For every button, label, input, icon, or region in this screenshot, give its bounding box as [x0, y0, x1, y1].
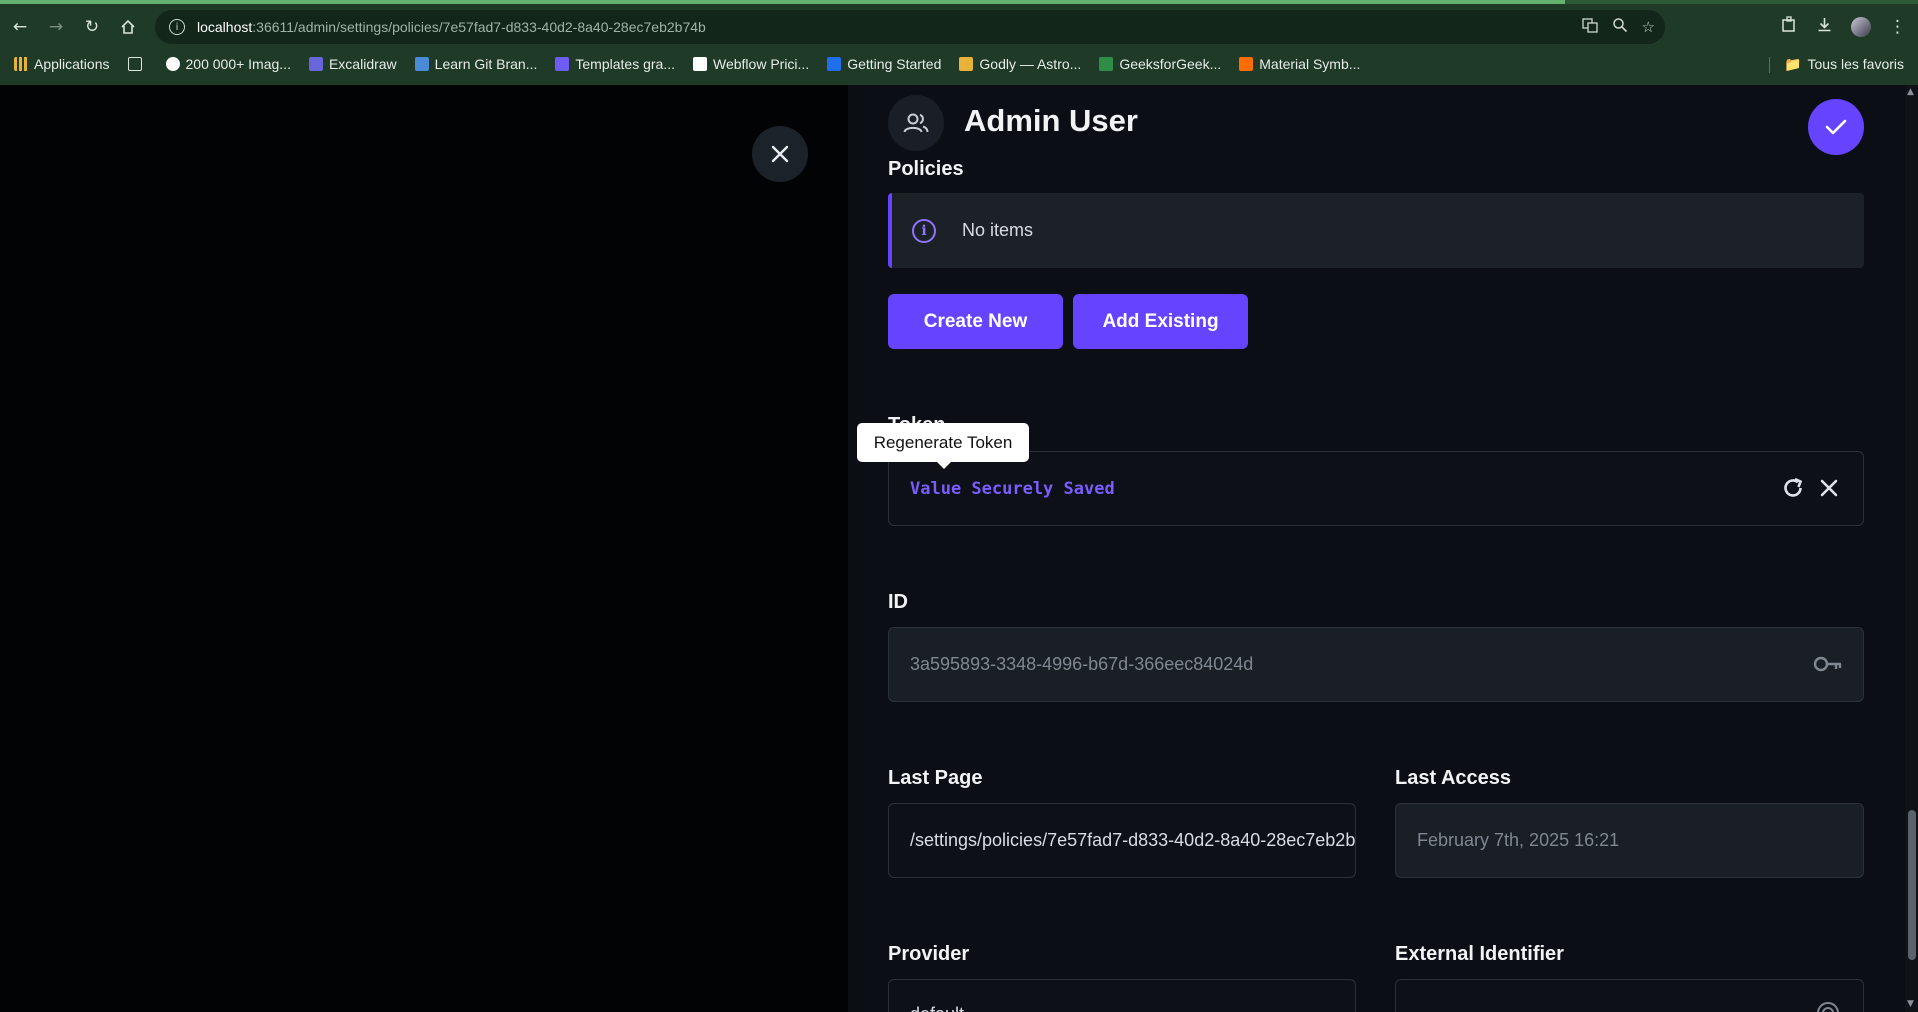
id-value: 3a595893-3348-4996-b67d-366eec84024d: [910, 654, 1254, 674]
excalidraw-icon: [308, 57, 323, 71]
bookmark-folder-all[interactable]: 📁 Tous les favoris: [1784, 50, 1904, 78]
save-button[interactable]: [1808, 99, 1864, 155]
id-label: ID: [888, 591, 908, 613]
tab-strip: [0, 0, 1918, 4]
last-access-label: Last Access: [1395, 767, 1511, 789]
material-icon: [1239, 57, 1254, 71]
url-path: :36611/admin/settings/policies/7e57fad7-…: [252, 19, 706, 35]
regenerate-token-icon[interactable]: [1781, 476, 1805, 504]
url-host: localhost: [197, 19, 253, 35]
bookmark-learn-git[interactable]: Learn Git Bran...: [414, 56, 537, 72]
active-tab-indicator[interactable]: [0, 0, 1565, 4]
profile-avatar[interactable]: [1851, 17, 1871, 37]
reload-icon[interactable]: ↻: [74, 9, 110, 45]
back-icon[interactable]: ←: [2, 9, 38, 45]
p-logo-icon: [165, 57, 180, 71]
bookmark-applications[interactable]: Applications: [14, 56, 110, 72]
bookmark-templates[interactable]: Templates gra...: [555, 56, 675, 72]
scroll-down-icon[interactable]: ▼: [1907, 999, 1914, 1009]
gfg-icon: [1099, 57, 1114, 71]
page-scrollbar[interactable]: ▲ ▼: [1905, 85, 1918, 1012]
last-page-label: Last Page: [888, 767, 983, 789]
lightning-icon: [959, 57, 974, 71]
no-items-text: No items: [962, 220, 1034, 240]
git-icon: [414, 57, 429, 71]
bookmarks-bar: Applications 200 000+ Imag... Excalidraw…: [0, 50, 1918, 78]
external-identifier-field[interactable]: [1395, 979, 1864, 1012]
zoom-icon[interactable]: [1612, 17, 1628, 37]
bookmark-images[interactable]: 200 000+ Imag...: [165, 56, 291, 72]
translate-icon[interactable]: [1581, 17, 1598, 37]
browser-chrome: ← → ↻ i localhost:36611/admin/settings/p…: [0, 0, 1918, 85]
grid-icon: [127, 57, 142, 71]
menu-kebab-icon[interactable]: ⋮: [1889, 17, 1906, 37]
site-info-icon[interactable]: i: [169, 19, 185, 35]
regenerate-token-tooltip: Regenerate Token: [857, 423, 1029, 469]
bookmark-material-symbols[interactable]: Material Symb...: [1239, 56, 1360, 72]
getting-started-icon: [827, 57, 842, 71]
forward-icon[interactable]: →: [38, 9, 74, 45]
user-drawer: Admin User Policies i No items Create Ne…: [848, 85, 1918, 1012]
clear-token-icon[interactable]: [1819, 478, 1839, 502]
extensions-icon[interactable]: [1781, 16, 1798, 38]
provider-field[interactable]: default: [888, 979, 1356, 1012]
bookmark-webflow[interactable]: Webflow Prici...: [693, 56, 809, 72]
token-value: Value Securely Saved: [910, 478, 1115, 499]
fingerprint-icon: [1815, 1000, 1841, 1012]
external-identifier-label: External Identifier: [1395, 943, 1564, 965]
bookmarks-separator: [1769, 57, 1770, 73]
create-new-button[interactable]: Create New: [888, 294, 1063, 349]
close-icon: [771, 145, 789, 163]
bookmark-excalidraw[interactable]: Excalidraw: [308, 56, 397, 72]
token-field[interactable]: Value Securely Saved: [888, 451, 1864, 526]
bookmark-star-icon[interactable]: ☆: [1642, 18, 1655, 36]
bookmark-godly[interactable]: Godly — Astro...: [959, 56, 1081, 72]
drawer-title: Admin User: [964, 103, 1138, 138]
key-icon: [1813, 652, 1843, 680]
templates-icon: [555, 57, 570, 71]
webflow-icon: [693, 57, 707, 71]
last-page-field[interactable]: /settings/policies/7e57fad7-d833-40d2-8a…: [888, 803, 1356, 878]
provider-label: Provider: [888, 943, 970, 965]
home-icon[interactable]: [110, 9, 146, 45]
users-icon: [888, 95, 944, 151]
folder-icon: 📁: [1784, 55, 1802, 72]
last-access-field: February 7th, 2025 16:21: [1395, 803, 1864, 878]
policies-label: Policies: [888, 158, 964, 180]
last-access-value: February 7th, 2025 16:21: [1417, 830, 1620, 850]
last-page-value: /settings/policies/7e57fad7-d833-40d2-8a…: [910, 830, 1356, 850]
backdrop-overlay[interactable]: [0, 85, 848, 1012]
address-bar[interactable]: i localhost:36611/admin/settings/policie…: [155, 10, 1665, 44]
download-icon[interactable]: [1816, 16, 1833, 38]
scroll-thumb[interactable]: [1908, 810, 1916, 960]
bookmark-grid[interactable]: [127, 57, 148, 71]
bookmark-getting-started[interactable]: Getting Started: [827, 56, 941, 72]
add-existing-button[interactable]: Add Existing: [1073, 294, 1248, 349]
page: Admin User Policies i No items Create Ne…: [0, 85, 1918, 1012]
close-drawer-button[interactable]: [752, 126, 808, 182]
check-icon: [1825, 119, 1847, 135]
id-field: 3a595893-3348-4996-b67d-366eec84024d: [888, 627, 1864, 702]
apps-grid-icon: [14, 57, 28, 71]
bookmark-geeksforgeeks[interactable]: GeeksforGeek...: [1099, 56, 1221, 72]
provider-value: default: [910, 1004, 964, 1012]
no-items-notice: i No items: [888, 193, 1864, 268]
browser-toolbar: ← → ↻ i localhost:36611/admin/settings/p…: [0, 6, 1918, 48]
scroll-up-icon[interactable]: ▲: [1907, 87, 1914, 97]
info-icon: i: [912, 218, 936, 243]
